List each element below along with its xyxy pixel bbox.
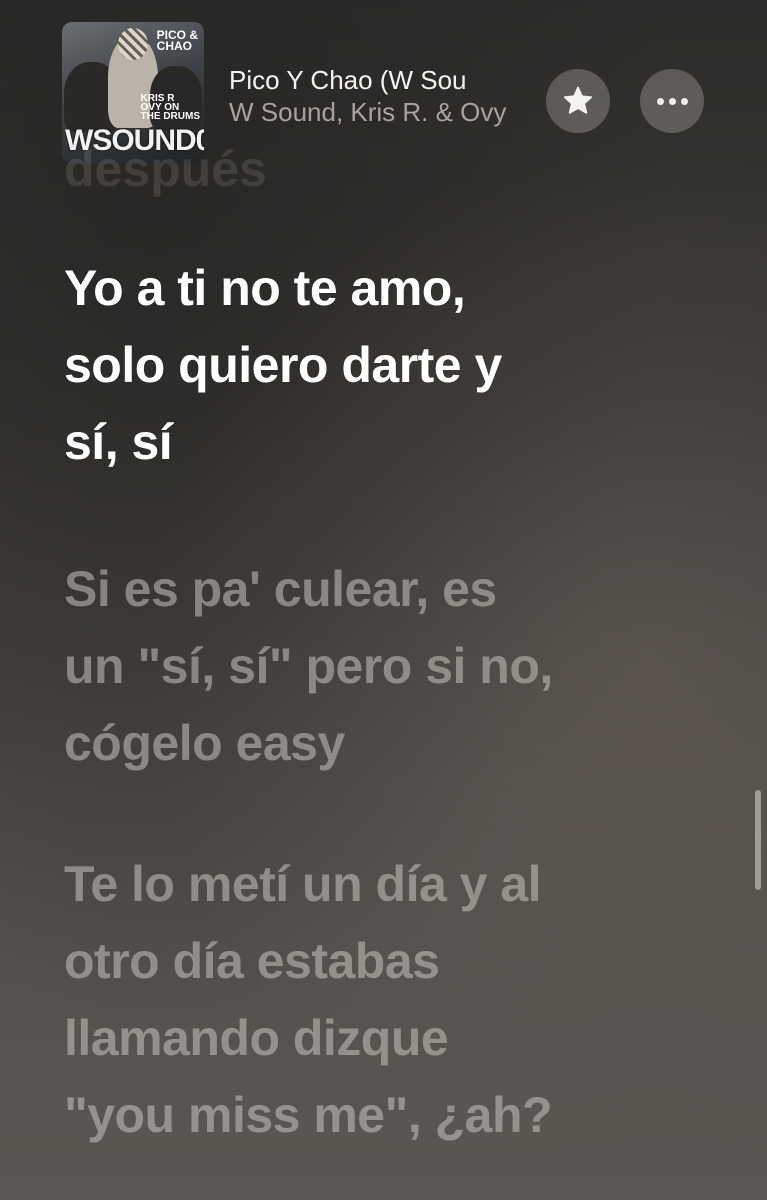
lyric-line-upcoming[interactable]: Te lo metí un día y al otro día estabas … — [64, 846, 704, 1154]
previous-lyric-line[interactable]: después — [64, 140, 267, 198]
star-icon — [563, 86, 593, 114]
ellipsis-dot — [668, 97, 676, 105]
artwork-title-text: PICO & CHAO — [156, 28, 198, 53]
more-options-button[interactable] — [640, 69, 704, 133]
lyric-line-current[interactable]: Yo a ti no te amo, solo quiero darte y s… — [64, 250, 704, 481]
favorite-button[interactable] — [546, 69, 610, 133]
track-artist: W Sound, Kris R. & Ovy — [229, 97, 507, 127]
ellipsis-icon — [656, 97, 688, 105]
artwork-credits-text: KRIS R OVY ON THE DRUMS — [140, 93, 200, 122]
track-title: Pico Y Chao (W Sou — [229, 65, 467, 95]
lyric-line-next[interactable]: Si es pa' culear, es un "sí, sí" pero si… — [64, 551, 704, 782]
ellipsis-dot — [656, 97, 664, 105]
artwork-mask — [118, 28, 148, 60]
lyrics-view[interactable]: Yo a ti no te amo, solo quiero darte y s… — [64, 250, 704, 1154]
lyrics-scrollbar[interactable] — [755, 790, 761, 890]
track-info[interactable]: Pico Y Chao (W Sou W Sound, Kris R. & Ov… — [229, 64, 539, 128]
ellipsis-dot — [680, 97, 688, 105]
